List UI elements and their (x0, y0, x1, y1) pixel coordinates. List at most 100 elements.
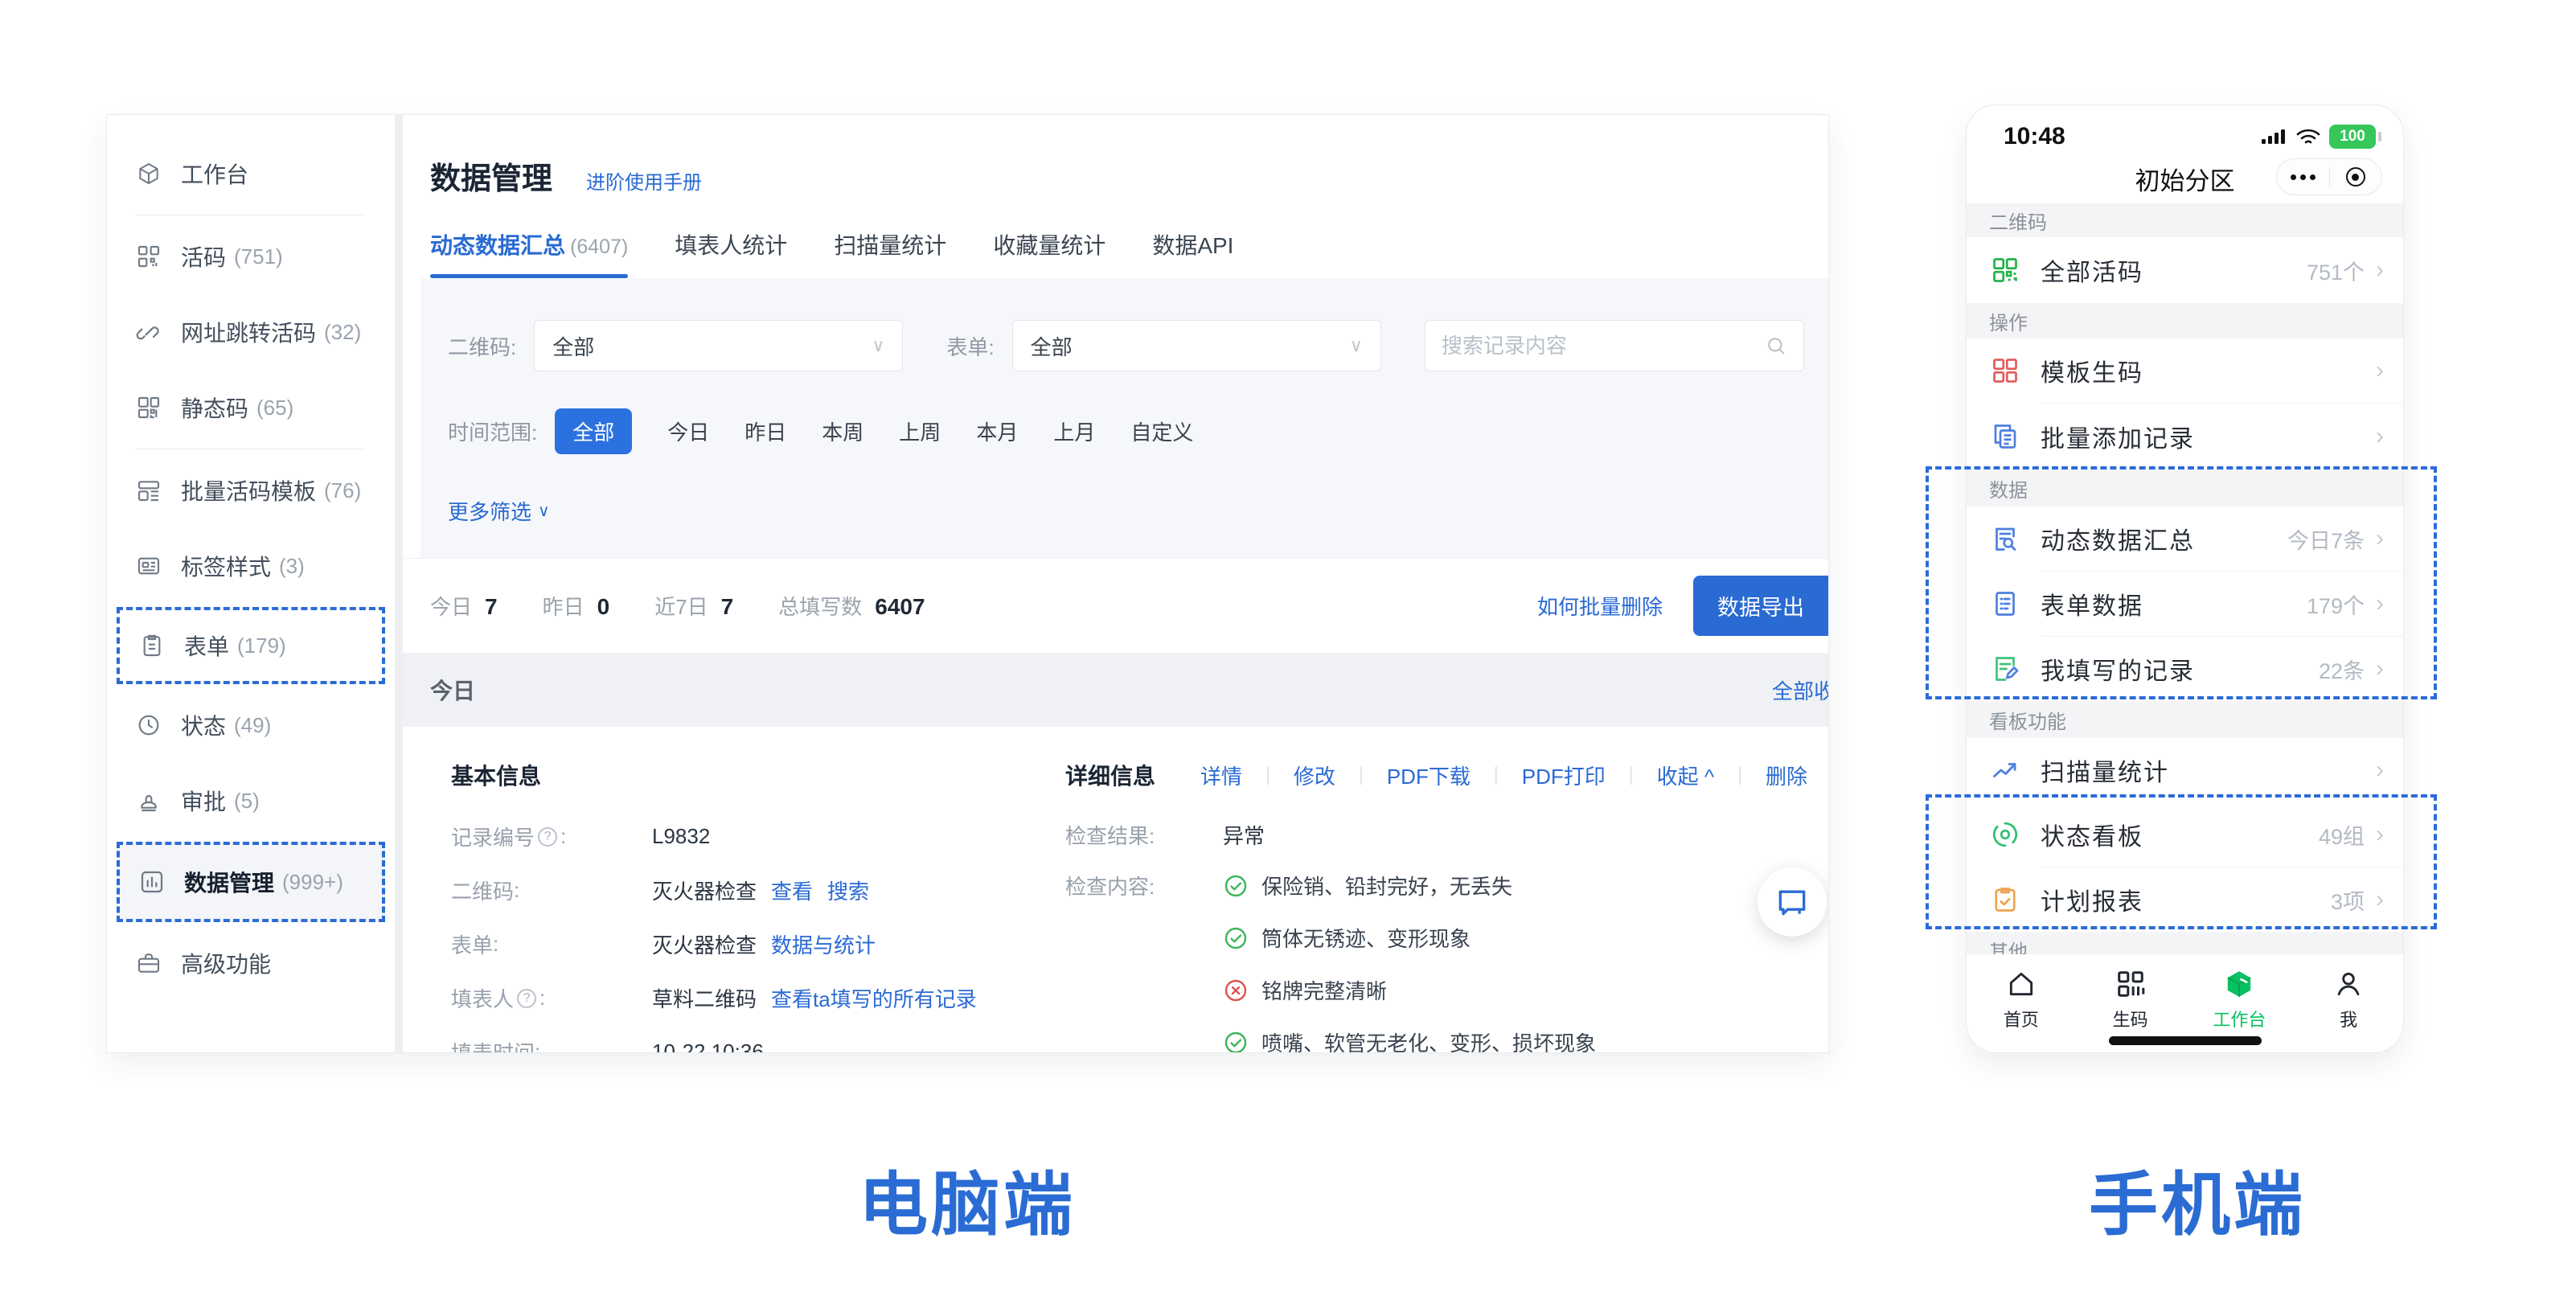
stat-total-fills: 总填写数6407 (778, 591, 925, 621)
link-icon (136, 319, 162, 345)
stat-last7days: 近7日7 (654, 591, 733, 621)
time-chip-today[interactable]: 今日 (667, 416, 709, 446)
miniprogram-menu-pill (2276, 158, 2382, 195)
section-header-dashboard: 看板功能 (1967, 701, 2403, 738)
list-item-scan-stats[interactable]: 扫描量统计 › (1967, 738, 2403, 802)
help-icon[interactable]: ? (538, 827, 557, 847)
detail-action[interactable]: 详情 (1200, 761, 1242, 790)
time-chip-all[interactable]: 全部 (555, 408, 632, 454)
search-box (1425, 320, 1804, 371)
more-filters-link[interactable]: 更多筛选 ∨ (448, 496, 550, 526)
mobile-nav-title: 初始分区 (2135, 161, 2235, 197)
basic-info-title: 基本信息 (451, 759, 1033, 791)
chevron-right-icon: › (2376, 357, 2384, 384)
time-chip-this-week[interactable]: 本周 (822, 416, 863, 446)
time-chip-custom[interactable]: 自定义 (1130, 416, 1193, 446)
search-link[interactable]: 搜索 (827, 875, 869, 905)
tab-me[interactable]: 我 (2294, 954, 2403, 1053)
desktop-screenshot-card: 工作台 活码 (751) 网址跳转活码 (32) 静态码 (65) 批量活码 (106, 114, 1829, 1053)
briefcase-icon (136, 950, 162, 976)
qr-filter-select[interactable]: 全部 ∨ (534, 320, 903, 371)
sidebar-item-count: (751) (234, 244, 283, 269)
sidebar-item-label: 工作台 (181, 158, 248, 190)
tab-favorite-stats[interactable]: 收藏量统计 (993, 228, 1105, 278)
time-chip-last-month[interactable]: 上月 (1053, 416, 1095, 446)
template-icon (136, 478, 162, 503)
tab-filler-stats[interactable]: 填表人统计 (675, 228, 787, 278)
clipboard-icon (139, 633, 165, 658)
home-indicator (2109, 1036, 2262, 1045)
check-item: 筒体无锈迹、变形现象 (1223, 923, 1807, 953)
manual-link[interactable]: 进阶使用手册 (586, 166, 702, 195)
sidebar-item-data-management[interactable]: 数据管理 (999+) (117, 842, 385, 922)
tab-scan-stats[interactable]: 扫描量统计 (834, 228, 946, 278)
stamp-icon (136, 788, 162, 814)
time-chip-this-month[interactable]: 本月 (976, 416, 1018, 446)
filter-panel: 二维码: 全部 ∨ 表单: 全部 ∨ 时间范 (420, 278, 1828, 558)
qr-generate-icon (2114, 967, 2147, 1001)
qr-static-icon (136, 395, 162, 420)
main-content: 数据管理 进阶使用手册 动态数据汇总(6407) 填表人统计 扫描量统计 收藏量… (403, 115, 1828, 1052)
sidebar-item-batch-template[interactable]: 批量活码模板 (76) (107, 453, 395, 528)
sidebar-item-advanced[interactable]: 高级功能 (107, 925, 395, 1001)
page-title: 数据管理 (430, 154, 552, 198)
caption-mobile: 手机端 (2089, 1148, 2306, 1249)
sidebar: 工作台 活码 (751) 网址跳转活码 (32) 静态码 (65) 批量活码 (107, 115, 395, 1052)
pdf-print-action[interactable]: PDF打印 (1522, 761, 1606, 790)
sidebar-item-forms[interactable]: 表单 (179) (117, 607, 385, 684)
sidebar-item-url-jump-codes[interactable]: 网址跳转活码 (32) (107, 294, 395, 370)
close-capsule-icon[interactable] (2330, 167, 2382, 187)
stat-yesterday: 昨日0 (543, 591, 610, 621)
list-item-all-live-codes[interactable]: 全部活码 751个 › (1967, 237, 2403, 303)
collapse-all-link[interactable]: 全部收 (1772, 675, 1829, 705)
search-input[interactable] (1442, 334, 1763, 359)
highlight-box-board-group (1926, 794, 2437, 929)
highlight-box-data-group (1926, 466, 2437, 699)
form-filter-label: 表单: (946, 331, 994, 361)
time-range-chips: 全部 今日 昨日 本周 上周 本月 上月 自定义 (555, 408, 1193, 454)
record-row-id: 记录编号?: L9832 (451, 822, 1033, 851)
sidebar-item-live-codes[interactable]: 活码 (751) (107, 219, 395, 294)
check-fail-icon (1223, 978, 1249, 1003)
delete-action[interactable]: 删除 (1766, 761, 1807, 790)
pdf-download-action[interactable]: PDF下载 (1387, 761, 1471, 790)
search-icon (1765, 334, 1787, 357)
tab-data-api[interactable]: 数据API (1152, 228, 1233, 278)
chevron-down-icon: ∨ (538, 501, 550, 521)
more-icon[interactable] (2277, 174, 2329, 180)
sidebar-item-label-style[interactable]: 标签样式 (3) (107, 528, 395, 604)
page-header: 数据管理 进阶使用手册 (403, 115, 1828, 198)
list-item-template-generate[interactable]: 模板生码 › (1967, 338, 2403, 403)
chevron-right-icon: › (2376, 256, 2384, 284)
check-result-row: 检查结果: 异常 (1065, 820, 1807, 850)
sidebar-main-divider (395, 115, 403, 1052)
cellular-signal-icon (2260, 127, 2287, 146)
check-item: 铭牌完整清晰 (1223, 975, 1807, 1005)
time-range-label: 时间范围: (448, 416, 537, 446)
list-item-batch-add-records[interactable]: 批量添加记录 › (1967, 404, 2403, 470)
sidebar-item-status[interactable]: 状态 (49) (107, 687, 395, 763)
view-link[interactable]: 查看 (771, 875, 813, 905)
sidebar-item-approval[interactable]: 审批 (5) (107, 763, 395, 839)
view-all-records-link[interactable]: 查看ta填写的所有记录 (771, 983, 977, 1013)
detail-info-title: 详细信息 (1065, 759, 1155, 791)
stats-row: 今日7 昨日0 近7日7 总填写数6407 如何批量删除 数据导出 (403, 558, 1828, 653)
time-chip-yesterday[interactable]: 昨日 (744, 416, 786, 446)
sidebar-item-static-codes[interactable]: 静态码 (65) (107, 370, 395, 445)
how-to-bulk-delete-link[interactable]: 如何批量删除 (1537, 591, 1663, 621)
data-export-button[interactable]: 数据导出 (1693, 576, 1828, 636)
tab-home[interactable]: 首页 (1967, 954, 2076, 1053)
help-icon[interactable]: ? (517, 989, 536, 1008)
chevron-down-icon: ∨ (1350, 335, 1363, 356)
check-item: 喷嘴、软管无老化、变形、损坏现象 (1223, 1027, 1807, 1053)
collapse-action[interactable]: 收起 ^ (1657, 761, 1714, 790)
section-header-qrcode: 二维码 (1967, 203, 2403, 237)
time-chip-last-week[interactable]: 上周 (899, 416, 941, 446)
feedback-float-button[interactable] (1758, 867, 1827, 937)
sidebar-item-workbench[interactable]: 工作台 (107, 136, 395, 211)
tab-dynamic-data-summary[interactable]: 动态数据汇总(6407) (430, 228, 628, 278)
chevron-down-icon: ∨ (872, 335, 884, 356)
data-and-stats-link[interactable]: 数据与统计 (771, 929, 876, 959)
form-filter-select[interactable]: 全部 ∨ (1012, 320, 1381, 371)
edit-action[interactable]: 修改 (1294, 761, 1335, 790)
